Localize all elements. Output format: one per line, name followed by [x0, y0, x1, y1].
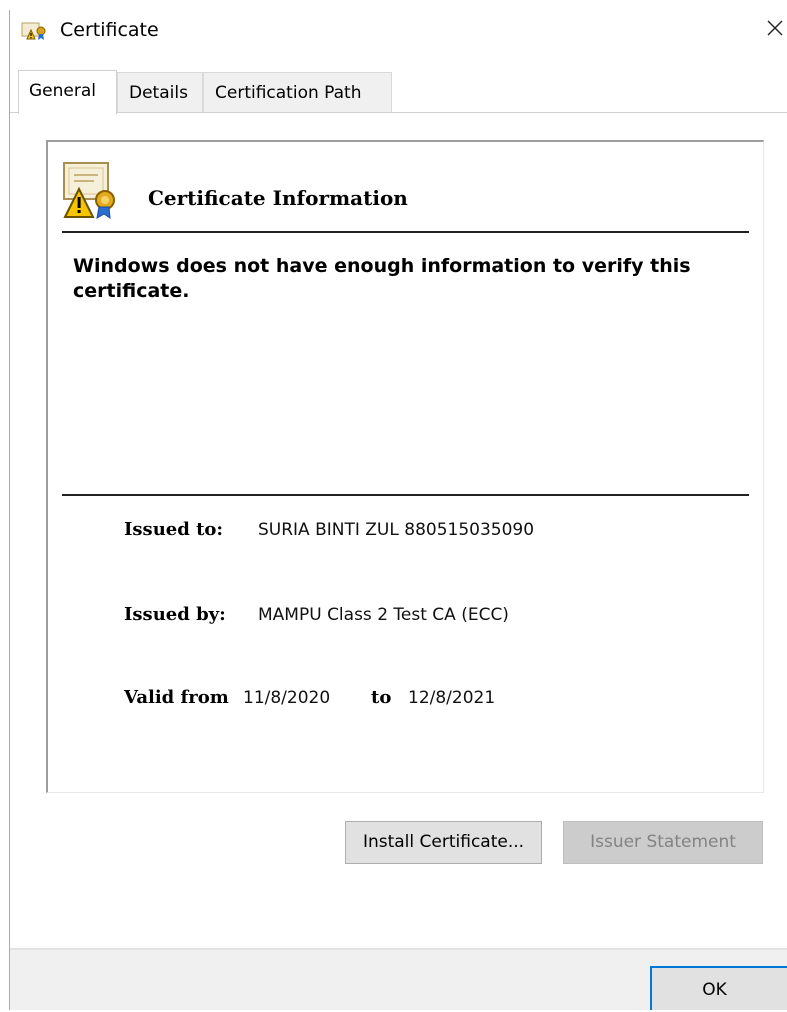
- tab-details[interactable]: Details: [117, 72, 203, 112]
- ok-button[interactable]: OK: [650, 966, 787, 1010]
- divider: [62, 494, 749, 496]
- issuer-statement-button: Issuer Statement: [563, 821, 763, 864]
- close-icon: [767, 20, 783, 36]
- certificate-dialog: Certificate General Details Certificatio…: [0, 0, 787, 1010]
- window-title: Certificate: [60, 19, 159, 41]
- install-certificate-button[interactable]: Install Certificate...: [345, 821, 542, 864]
- issued-to-value[interactable]: SURIA BINTI ZUL 880515035090: [258, 518, 534, 542]
- issued-by-value[interactable]: MAMPU Class 2 Test CA (ECC): [258, 603, 509, 627]
- divider: [62, 231, 749, 233]
- tab-certification-path[interactable]: Certification Path: [203, 72, 392, 112]
- certificate-icon: [21, 21, 47, 41]
- title-bar[interactable]: Certificate: [10, 10, 787, 50]
- verification-message: Windows does not have enough information…: [73, 255, 691, 302]
- valid-to-value[interactable]: 12/8/2021: [408, 686, 495, 710]
- valid-from-value[interactable]: 11/8/2020: [243, 686, 330, 710]
- certificate-warning-icon: [62, 160, 120, 220]
- certificate-info-heading: Certificate Information: [148, 186, 408, 210]
- issued-to-label: Issued to:: [124, 519, 224, 540]
- valid-to-label: to: [371, 687, 392, 708]
- close-button[interactable]: [747, 10, 787, 46]
- issued-by-label: Issued by:: [124, 604, 226, 625]
- valid-from-label: Valid from: [124, 687, 229, 708]
- tab-general[interactable]: General: [18, 70, 117, 114]
